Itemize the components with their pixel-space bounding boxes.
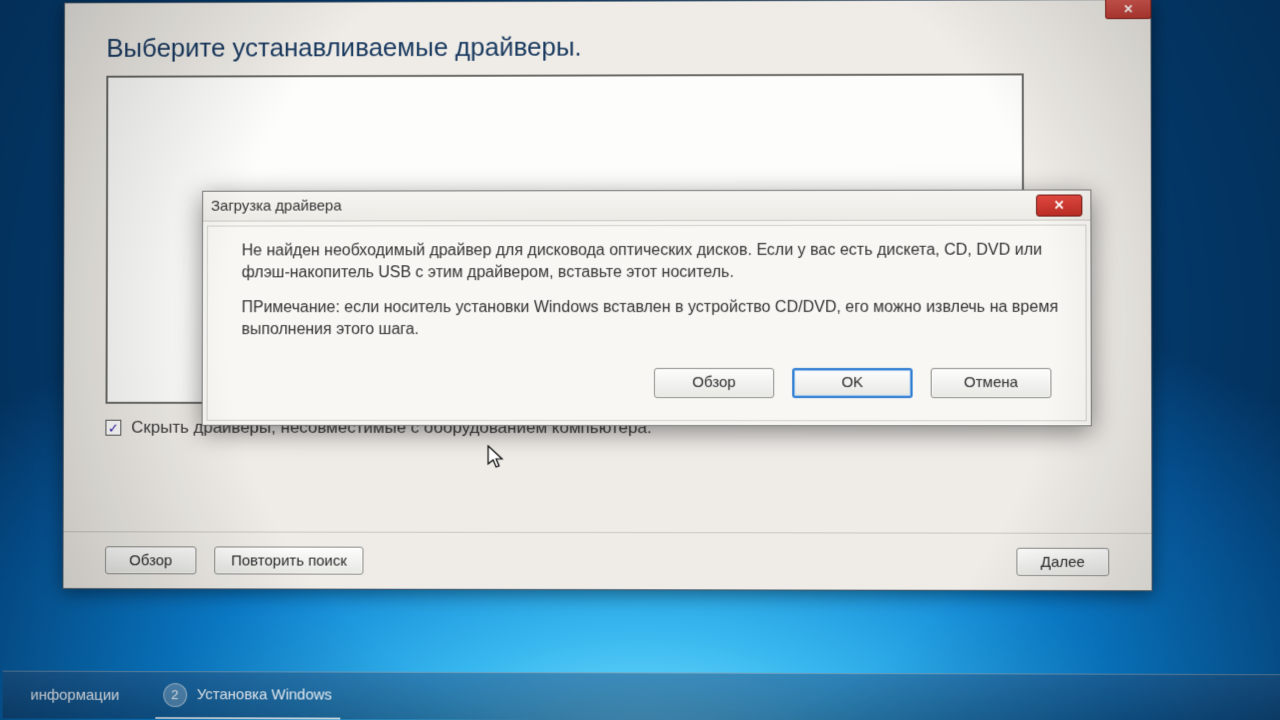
load-driver-dialog: Загрузка драйвера ✕ Не найден необходимы… <box>202 189 1092 426</box>
dialog-cancel-button[interactable]: Отмена <box>931 368 1052 398</box>
browse-button[interactable]: Обзор <box>105 546 196 574</box>
dialog-ok-button[interactable]: OK <box>792 368 912 398</box>
dialog-body: Не найден необходимый драйвер для дисков… <box>207 225 1087 422</box>
installer-footer: Обзор Повторить поиск Далее <box>63 531 1151 590</box>
close-icon: ✕ <box>1123 2 1133 16</box>
setup-taskbar: информации 2 Установка Windows <box>3 671 1280 720</box>
next-button[interactable]: Далее <box>1016 548 1109 576</box>
taskbar-step-2[interactable]: 2 Установка Windows <box>155 672 340 720</box>
dialog-button-row: Обзор OK Отмена <box>241 354 1061 412</box>
dialog-paragraph-2: ПРимечание: если носитель установки Wind… <box>242 297 1062 340</box>
hide-incompatible-checkbox[interactable]: ✓ <box>105 420 121 436</box>
dialog-paragraph-1: Не найден необходимый драйвер для дисков… <box>242 240 1062 284</box>
dialog-title: Загрузка драйвера <box>211 198 342 215</box>
window-close-button[interactable]: ✕ <box>1105 0 1151 19</box>
taskbar-step-1[interactable]: информации <box>22 672 127 719</box>
dialog-titlebar[interactable]: Загрузка драйвера ✕ <box>203 190 1090 221</box>
dialog-close-button[interactable]: ✕ <box>1036 194 1082 216</box>
taskbar-step-2-label: Установка Windows <box>197 686 332 703</box>
taskbar-step-2-number: 2 <box>163 683 187 707</box>
page-title: Выберите устанавливаемые драйверы. <box>106 30 1108 64</box>
dialog-browse-button[interactable]: Обзор <box>654 368 774 398</box>
close-icon: ✕ <box>1054 197 1065 213</box>
rescan-button[interactable]: Повторить поиск <box>214 546 364 574</box>
taskbar-step-1-label: информации <box>30 687 119 704</box>
